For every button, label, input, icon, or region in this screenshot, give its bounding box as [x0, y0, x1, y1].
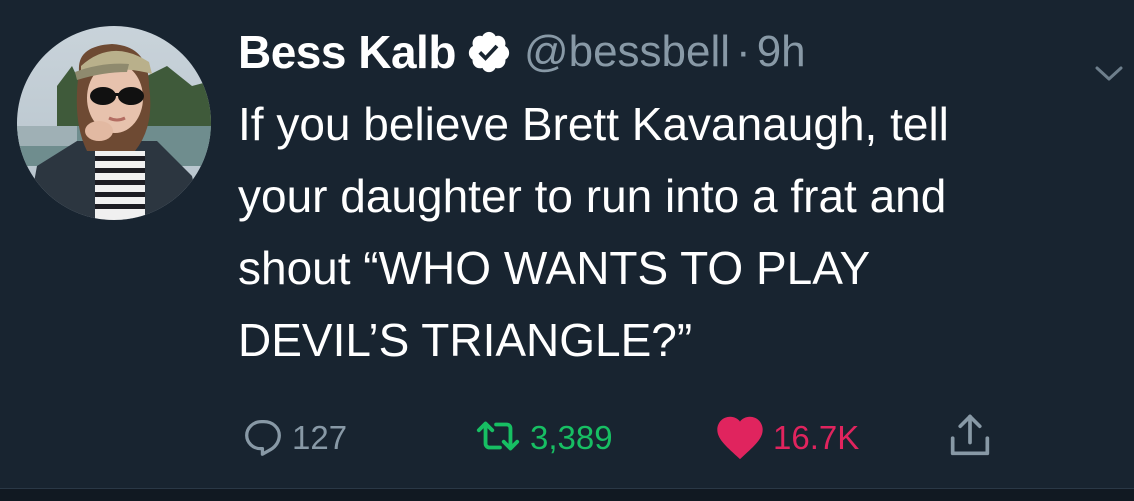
- tweet-actions: 127 3,389 16.7K: [0, 410, 1134, 466]
- tweet-text: If you believe Brett Kavanaugh, tell you…: [238, 88, 1128, 376]
- tweet-text-line: your daughter to run into a frat and: [238, 170, 947, 222]
- separator-dot: ·: [736, 27, 751, 76]
- author-handle[interactable]: @bessbell: [524, 27, 730, 77]
- reply-count: 127: [292, 419, 348, 456]
- tweet-header: Bess Kalb @bessbell · 9h: [238, 22, 806, 82]
- like-button[interactable]: 16.7K: [713, 410, 859, 466]
- share-upload-icon: [944, 410, 996, 467]
- reply-button[interactable]: 127: [240, 410, 347, 466]
- bottom-divider: [0, 488, 1134, 501]
- tweet-text-line: If you believe Brett Kavanaugh, tell: [238, 98, 949, 150]
- verified-badge-icon: [466, 29, 512, 75]
- tweet-timestamp[interactable]: 9h: [757, 27, 806, 77]
- speech-bubble-icon: [240, 413, 286, 464]
- avatar[interactable]: [17, 26, 211, 220]
- tweet-card[interactable]: Bess Kalb @bessbell · 9h If you believe …: [0, 0, 1134, 488]
- tweet-text-line: DEVIL’S TRIANGLE?”: [238, 314, 693, 366]
- retweet-arrows-icon: [472, 413, 524, 464]
- share-button[interactable]: [944, 410, 996, 466]
- chevron-down-icon[interactable]: [1094, 62, 1124, 86]
- retweet-button[interactable]: 3,389: [472, 410, 613, 466]
- display-name[interactable]: Bess Kalb: [238, 25, 456, 79]
- heart-icon: [713, 412, 767, 465]
- tweet-text-line: shout “WHO WANTS TO PLAY: [238, 242, 871, 294]
- like-count: 16.7K: [773, 419, 860, 456]
- retweet-count: 3,389: [530, 419, 613, 456]
